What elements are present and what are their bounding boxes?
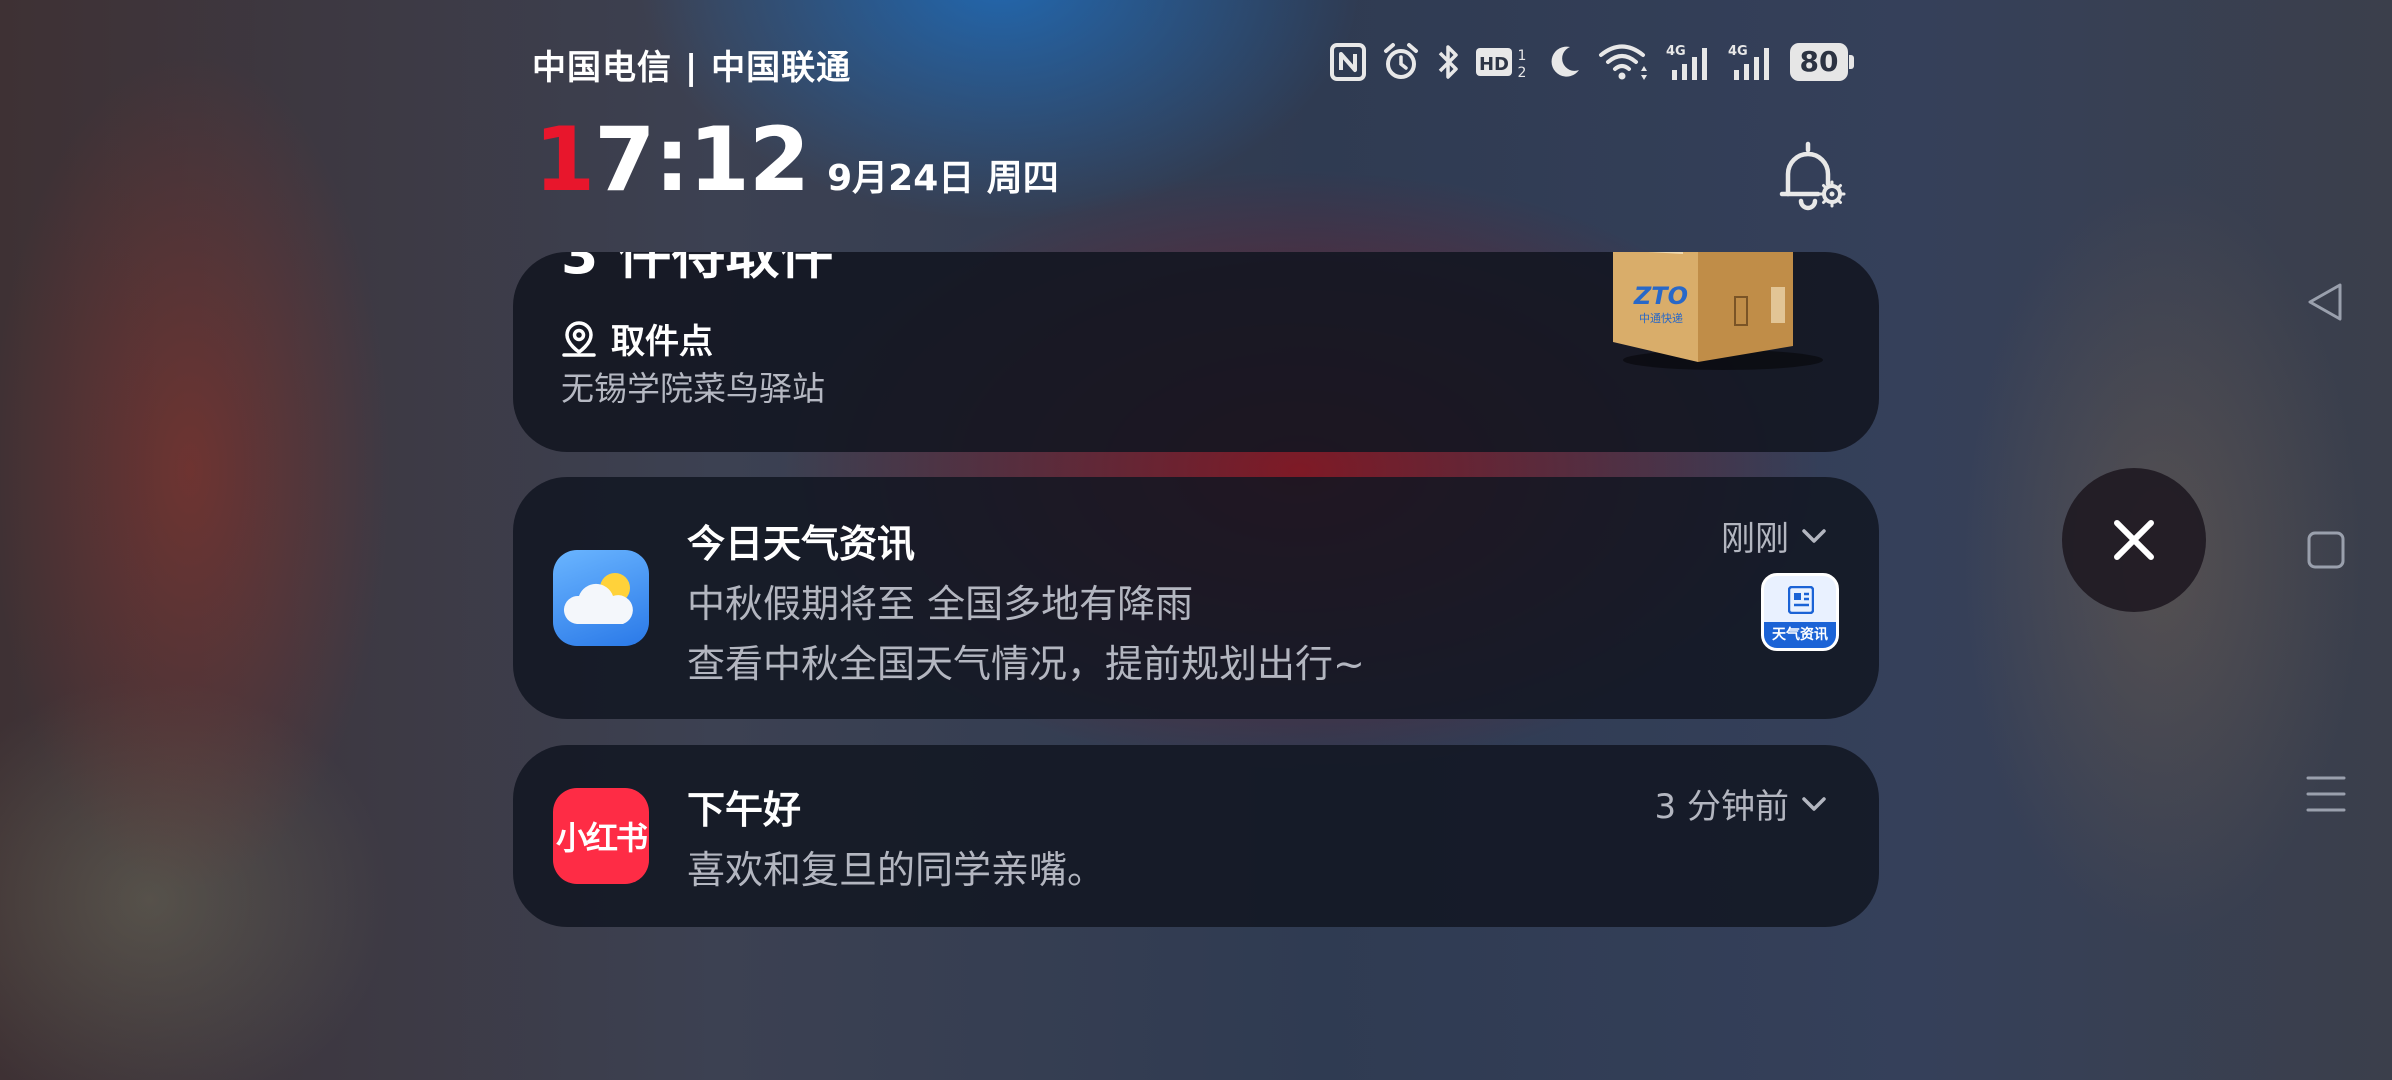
- battery-level: 80: [1799, 45, 1839, 78]
- weather-line-2: 查看中秋全国天气情况，提前规划出行~: [687, 642, 1365, 686]
- recent-apps-icon[interactable]: [2304, 772, 2348, 816]
- weather-line-1: 中秋假期将至 全国多地有降雨: [687, 582, 1194, 626]
- notification-settings-icon[interactable]: [1774, 138, 1848, 212]
- pickup-label: 取件点: [611, 322, 713, 362]
- clear-notifications-button[interactable]: [2062, 468, 2206, 612]
- chevron-down-icon[interactable]: [1801, 795, 1827, 813]
- weather-thumbnail: 天气资讯: [1761, 573, 1839, 651]
- xiaohongshu-time[interactable]: 3 分钟前: [1655, 779, 1827, 828]
- clock-time: 17:12: [534, 108, 810, 211]
- pickup-label-row: 取件点: [561, 314, 713, 363]
- nfc-icon: [1330, 43, 1366, 81]
- clock-time-first-digit: 1: [534, 108, 595, 211]
- pickup-place: 无锡学院菜鸟驿站: [561, 369, 825, 408]
- clock-date: 9月24日 周四: [827, 158, 1059, 199]
- home-icon[interactable]: [2304, 528, 2348, 572]
- svg-text:HD: HD: [1479, 54, 1509, 75]
- weather-time-label: 刚刚: [1721, 519, 1789, 559]
- svg-text:4G: 4G: [1728, 44, 1748, 59]
- close-icon: [2114, 520, 2154, 560]
- svg-text:ZTO: ZTO: [1633, 282, 1688, 310]
- back-icon[interactable]: [2304, 280, 2348, 324]
- weather-app-icon: [553, 550, 649, 646]
- svg-text:中通快递: 中通快递: [1639, 311, 1683, 325]
- clock: 17:12 9月24日 周四: [534, 108, 1059, 211]
- status-bar: 中国电信 | 中国联通 HD 1 2 4G 4G 80: [532, 36, 1862, 88]
- status-icons: HD 1 2 4G 4G 80: [1330, 38, 1854, 86]
- do-not-disturb-icon: [1551, 46, 1579, 77]
- wifi-icon: [1599, 44, 1647, 80]
- xiaohongshu-notification-card[interactable]: 小红书 下午好 喜欢和复旦的同学亲嘴。 3 分钟前: [513, 745, 1879, 927]
- xiaohongshu-line-1: 喜欢和复旦的同学亲嘴。: [687, 848, 1106, 892]
- weather-time[interactable]: 刚刚: [1721, 511, 1827, 560]
- express-title: 3 件待取件: [561, 252, 834, 286]
- package-box-image: ZTO 中通快递: [1613, 252, 1823, 370]
- battery-icon: 80: [1790, 43, 1854, 81]
- xiaohongshu-time-label: 3 分钟前: [1654, 787, 1789, 827]
- carrier-name: 中国电信 | 中国联通: [532, 48, 852, 88]
- alarm-icon: [1384, 43, 1418, 79]
- svg-text:2: 2: [1518, 65, 1527, 81]
- xiaohongshu-app-icon: 小红书: [553, 788, 649, 884]
- bluetooth-icon: [1438, 45, 1458, 79]
- weather-notification-card[interactable]: 今日天气资讯 中秋假期将至 全国多地有降雨 查看中秋全国天气情况，提前规划出行~…: [513, 477, 1879, 719]
- hd-voice-icon: HD 1 2: [1476, 48, 1527, 81]
- weather-title: 今日天气资讯: [687, 522, 916, 566]
- clock-time-rest: 7:12: [594, 108, 810, 211]
- chevron-down-icon[interactable]: [1801, 527, 1827, 545]
- xiaohongshu-title: 下午好: [687, 788, 802, 832]
- express-notification-card[interactable]: 3 件待取件 取件点 无锡学院菜鸟驿站 ZTO 中通快递: [513, 252, 1879, 452]
- signal-4g-icon: 4G: [1728, 44, 1769, 80]
- signal-4g-icon: 4G: [1666, 44, 1707, 80]
- svg-text:1: 1: [1518, 48, 1527, 64]
- weather-thumbnail-label: 天气资讯: [1764, 622, 1836, 648]
- location-pin-icon: [562, 320, 596, 357]
- svg-text:4G: 4G: [1666, 44, 1686, 59]
- news-icon: [1788, 586, 1814, 614]
